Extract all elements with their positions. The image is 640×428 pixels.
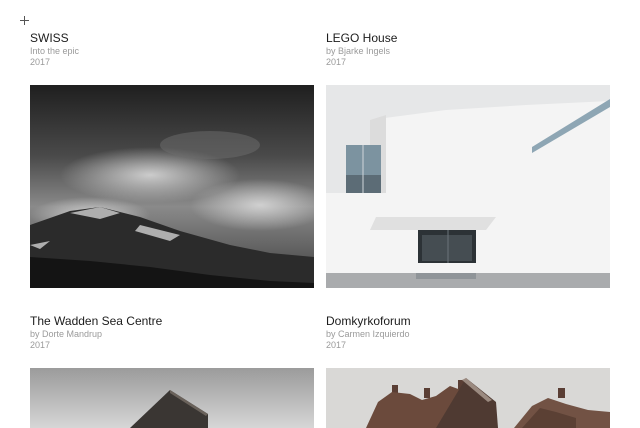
project-photo-domkyrkoforum[interactable] xyxy=(326,368,610,428)
project-card-domkyrkoforum[interactable]: Domkyrkoforum by Carmen Izquierdo 2017 xyxy=(326,314,610,428)
project-title[interactable]: SWISS xyxy=(30,31,314,45)
project-title[interactable]: The Wadden Sea Centre xyxy=(30,314,314,328)
project-byline: by Carmen Izquierdo xyxy=(326,329,410,339)
project-title[interactable]: Domkyrkoforum xyxy=(326,314,610,328)
project-photo-wadden-sea-centre[interactable] xyxy=(30,368,314,428)
project-card-swiss[interactable]: SWISS Into the epic 2017 xyxy=(30,31,314,288)
project-byline: by Bjarke Ingels xyxy=(326,46,391,56)
project-title[interactable]: LEGO House xyxy=(326,31,610,45)
project-byline: by Dorte Mandrup xyxy=(30,329,103,339)
project-photo-swiss[interactable] xyxy=(30,85,314,288)
project-card-wadden-sea-centre[interactable]: The Wadden Sea Centre by Dorte Mandrup 2… xyxy=(30,314,314,428)
project-year: 2017 xyxy=(30,57,51,67)
project-card-lego-house[interactable]: LEGO House by Bjarke Ingels 2017 xyxy=(326,31,610,288)
project-year: 2017 xyxy=(326,57,347,67)
project-byline: Into the epic xyxy=(30,46,80,56)
project-photo-lego-house[interactable] xyxy=(326,85,610,288)
plus-icon[interactable] xyxy=(20,16,30,26)
project-year: 2017 xyxy=(30,340,51,350)
project-year: 2017 xyxy=(326,340,347,350)
